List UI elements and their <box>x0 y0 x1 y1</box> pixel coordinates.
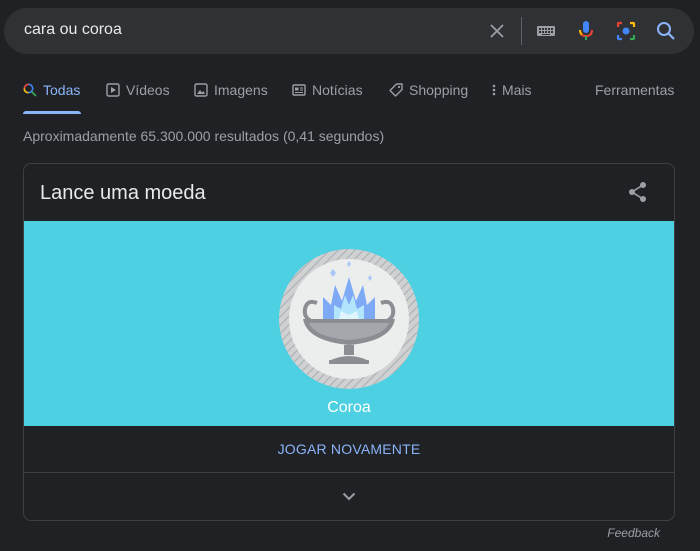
feedback-link[interactable]: Feedback <box>607 526 660 540</box>
more-vertical-icon <box>491 83 497 97</box>
tag-icon <box>389 83 403 97</box>
search-tabs: Todas Vídeos Imagens Notícias Shopping M… <box>0 72 700 114</box>
play-again-button[interactable]: JOGAR NOVAMENTE <box>24 426 674 473</box>
tab-videos[interactable]: Vídeos <box>106 82 170 98</box>
chevron-down-icon[interactable] <box>24 473 674 520</box>
coin-flip-card: Lance uma moeda Coroa JOGAR NOVAMENTE <box>23 163 675 521</box>
search-divider <box>521 17 522 45</box>
search-icon <box>23 83 37 97</box>
tab-label: Shopping <box>409 82 469 98</box>
coin-result-label: Coroa <box>327 399 371 416</box>
tab-label: Notícias <box>312 82 363 98</box>
microphone-icon[interactable] <box>574 19 598 43</box>
tab-noticias[interactable]: Notícias <box>292 82 363 98</box>
camera-lens-icon[interactable] <box>614 19 638 43</box>
tab-label: Mais <box>502 82 532 98</box>
tools-button[interactable]: Ferramentas <box>595 82 674 98</box>
card-title: Lance uma moeda <box>40 182 206 204</box>
close-icon[interactable] <box>485 19 509 43</box>
coin-display[interactable]: Coroa <box>24 221 674 426</box>
tab-shopping[interactable]: Shopping <box>389 82 468 98</box>
search-input[interactable]: cara ou coroa <box>24 21 122 39</box>
active-tab-indicator <box>23 111 81 114</box>
coin-tails-icon[interactable] <box>279 249 419 389</box>
result-stats: Aproximadamente 65.300.000 resultados (0… <box>23 128 385 144</box>
keyboard-icon[interactable] <box>534 19 558 43</box>
tools-label: Ferramentas <box>595 82 675 98</box>
search-bar[interactable]: cara ou coroa <box>4 8 694 54</box>
share-icon[interactable] <box>626 180 650 204</box>
image-icon <box>194 83 208 97</box>
tab-label: Todas <box>43 82 81 98</box>
tab-todas[interactable]: Todas <box>23 82 80 98</box>
tab-mais[interactable]: Mais <box>491 82 532 98</box>
play-icon <box>106 83 120 97</box>
tab-label: Imagens <box>214 82 268 98</box>
tab-imagens[interactable]: Imagens <box>194 82 268 98</box>
search-icon[interactable] <box>654 19 678 43</box>
news-icon <box>292 83 306 97</box>
tab-label: Vídeos <box>126 82 170 98</box>
